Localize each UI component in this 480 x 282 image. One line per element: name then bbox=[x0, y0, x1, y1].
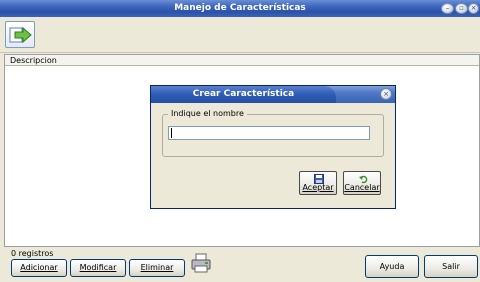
accept-button[interactable]: Aceptar bbox=[299, 171, 337, 195]
delete-button[interactable]: Eliminar bbox=[129, 259, 185, 277]
modify-button[interactable]: Modificar bbox=[70, 259, 126, 277]
exit-button[interactable]: Salir bbox=[424, 255, 478, 278]
record-count: 0 registros bbox=[11, 249, 54, 258]
arrow-right-icon bbox=[9, 26, 32, 44]
column-header-descripcion[interactable]: Descripcion bbox=[5, 55, 479, 66]
maximize-icon[interactable]: ▫ bbox=[455, 3, 468, 14]
toolbar-action-button[interactable] bbox=[5, 21, 35, 48]
help-button[interactable]: Ayuda bbox=[365, 255, 419, 278]
cancel-button[interactable]: Cancelar bbox=[343, 171, 381, 195]
name-input[interactable] bbox=[168, 126, 370, 140]
dialog-close-icon[interactable]: × bbox=[380, 88, 392, 100]
printer-icon[interactable] bbox=[190, 252, 212, 274]
toolbar bbox=[0, 17, 480, 53]
window-title: Manejo de Características bbox=[174, 3, 306, 13]
text-caret bbox=[171, 128, 172, 138]
close-icon[interactable]: × bbox=[468, 3, 479, 14]
name-group-label: Indique el nombre bbox=[168, 109, 247, 119]
minimize-icon[interactable]: – bbox=[441, 3, 454, 14]
dialog-title: Crear Característica bbox=[192, 89, 295, 99]
add-button[interactable]: Adicionar bbox=[11, 259, 67, 277]
